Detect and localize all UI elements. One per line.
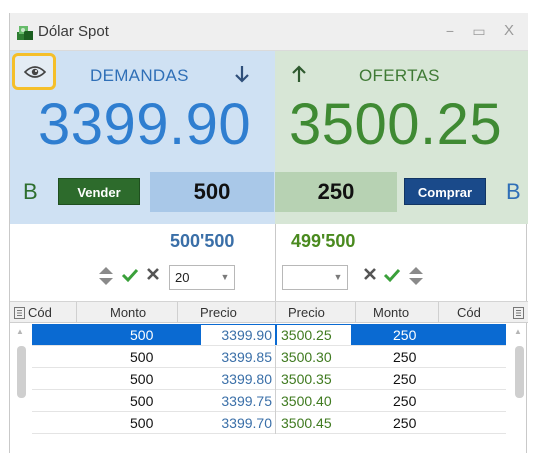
title-bar[interactable]: Dólar Spot − ▭ X (10, 13, 528, 51)
column-divider[interactable] (275, 302, 276, 323)
scroll-up-icon[interactable]: ▲ (514, 327, 522, 336)
ask-monto-cell: 250 (393, 393, 417, 409)
toggle-visibility-button[interactable] (12, 53, 56, 90)
bid-depth-value: 20 (175, 270, 190, 285)
column-divider[interactable] (76, 302, 77, 323)
bid-precio-cell[interactable]: 3399.70 (202, 415, 272, 431)
row-divider (275, 346, 276, 368)
bid-precio-cell[interactable]: 3399.85 (202, 349, 272, 365)
column-divider[interactable] (177, 302, 178, 323)
bid-monto-cell: 500 (130, 349, 154, 365)
chevron-down-icon[interactable]: ▼ (219, 269, 231, 286)
chevron-down-icon[interactable]: ▼ (332, 269, 344, 286)
sell-button[interactable]: Vender (58, 178, 140, 205)
table-row[interactable]: 500 3399.90 3500.25 250 (32, 324, 506, 346)
x-icon[interactable] (363, 267, 377, 281)
best-bid-price: 3399.90 (38, 92, 252, 157)
ask-monto-cell: 250 (393, 371, 417, 387)
col-ask-monto[interactable]: Monto (373, 305, 409, 320)
close-button[interactable]: X (499, 21, 519, 41)
check-icon[interactable] (121, 267, 139, 283)
ask-precio-cell[interactable]: 3500.35 (281, 371, 332, 387)
col-ask-cod[interactable]: Cód (457, 305, 481, 320)
bid-precio-cell[interactable]: 3399.80 (202, 371, 272, 387)
ask-precio-cell[interactable]: 3500.45 (281, 415, 332, 431)
row-divider (275, 390, 276, 412)
column-divider[interactable] (438, 302, 439, 323)
ask-precio-cell[interactable]: 3500.25 (281, 327, 332, 343)
ask-total: 499'500 (291, 231, 356, 251)
bid-monto-cell: 500 (130, 393, 154, 409)
table-row[interactable]: 500 3399.75 3500.40 250 (32, 390, 506, 412)
ask-scrollbar[interactable]: ▲ (512, 324, 526, 453)
money-stack-icon (17, 26, 33, 40)
bid-scrollbar[interactable]: ▲ (14, 324, 28, 453)
window-title: Dólar Spot (38, 23, 109, 40)
x-icon[interactable] (146, 267, 160, 281)
ask-broker-letter: B (506, 179, 521, 204)
bid-quantity[interactable]: 500 (150, 172, 274, 212)
maximize-button[interactable]: ▭ (469, 21, 489, 41)
ask-precio-cell[interactable]: 3500.40 (281, 393, 332, 409)
ask-monto-cell: 250 (393, 349, 417, 365)
eye-icon (24, 66, 46, 78)
col-bid-cod[interactable]: Cód (28, 305, 52, 320)
list-menu-icon[interactable] (513, 307, 524, 319)
dolar-spot-window: Dólar Spot − ▭ X DEMANDAS OFERTAS 3399.9… (9, 13, 528, 453)
bid-precio-cell[interactable]: 3399.75 (202, 393, 272, 409)
col-bid-monto[interactable]: Monto (110, 305, 146, 320)
ask-monto-cell: 250 (393, 415, 417, 431)
sort-up-down-icon[interactable] (98, 266, 114, 286)
ask-label: OFERTAS (359, 66, 440, 85)
sort-up-down-icon[interactable] (408, 266, 424, 286)
bid-monto-cell: 500 (130, 327, 154, 343)
row-divider (275, 412, 276, 434)
bid-precio-cell[interactable]: 3399.90 (202, 327, 272, 343)
minimize-button[interactable]: − (440, 21, 460, 41)
buy-button[interactable]: Comprar (404, 178, 486, 205)
center-divider (275, 224, 276, 302)
arrow-up-icon (292, 65, 306, 82)
ask-monto-cell: 250 (393, 327, 417, 343)
arrow-down-icon (235, 66, 249, 83)
table-row[interactable]: 500 3399.70 3500.45 250 (32, 412, 506, 434)
table-row[interactable]: 500 3399.85 3500.30 250 (32, 346, 506, 368)
ask-quantity[interactable]: 250 (275, 172, 397, 212)
bid-monto-cell: 500 (130, 371, 154, 387)
table-row[interactable]: 500 3399.80 3500.35 250 (32, 368, 506, 390)
check-icon[interactable] (383, 267, 401, 283)
list-menu-icon[interactable] (14, 307, 25, 319)
ask-precio-cell[interactable]: 3500.30 (281, 349, 332, 365)
bid-depth-select[interactable]: 20 ▼ (169, 265, 235, 290)
order-book-header: Cód Monto Precio Precio Monto Cód (10, 301, 528, 323)
column-divider[interactable] (355, 302, 356, 323)
bid-broker-letter: B (23, 179, 38, 204)
row-divider (275, 368, 276, 390)
bid-scroll-thumb[interactable] (17, 346, 26, 398)
col-ask-precio[interactable]: Precio (288, 305, 325, 320)
ask-scroll-thumb[interactable] (515, 346, 524, 398)
ask-depth-select[interactable]: ▼ (282, 265, 348, 290)
bid-label: DEMANDAS (90, 66, 189, 85)
order-book-rows: 500 3399.90 3500.25 250 500 3399.85 3500… (32, 324, 506, 434)
bid-total: 500'500 (170, 231, 235, 251)
col-bid-precio[interactable]: Precio (200, 305, 237, 320)
bid-monto-cell: 500 (130, 415, 154, 431)
scroll-up-icon[interactable]: ▲ (16, 327, 24, 336)
best-ask-price: 3500.25 (289, 92, 503, 157)
